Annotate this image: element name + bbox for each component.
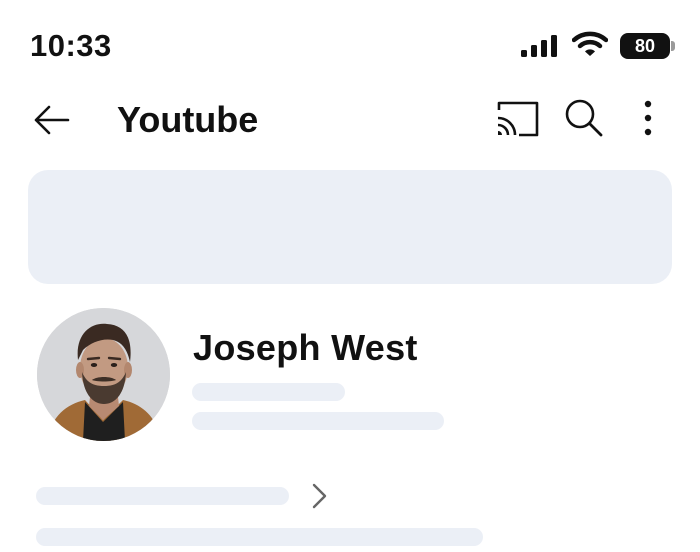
avatar[interactable] <box>37 308 170 441</box>
status-bar: 10:33 80 <box>0 0 700 80</box>
wifi-icon <box>572 31 608 56</box>
battery-nub <box>671 41 675 51</box>
text-placeholder <box>192 412 444 430</box>
channel-banner-placeholder <box>28 170 672 284</box>
page-title: Youtube <box>117 99 259 140</box>
profile-photo <box>37 308 170 441</box>
search-icon[interactable] <box>563 98 603 138</box>
arrow-left-icon[interactable] <box>32 100 72 140</box>
text-placeholder <box>192 383 345 401</box>
app-header: Youtube <box>0 86 700 152</box>
chevron-right-icon[interactable] <box>309 481 331 511</box>
text-placeholder <box>36 487 289 505</box>
battery-level: 80 <box>634 36 656 56</box>
battery-indicator: 80 <box>620 33 676 59</box>
more-vertical-icon[interactable] <box>638 100 658 138</box>
profile-name: Joseph West <box>193 327 418 368</box>
cellular-signal-icon <box>521 35 557 57</box>
cast-icon[interactable] <box>495 100 539 138</box>
status-time: 10:33 <box>30 28 112 63</box>
text-placeholder <box>36 528 483 546</box>
